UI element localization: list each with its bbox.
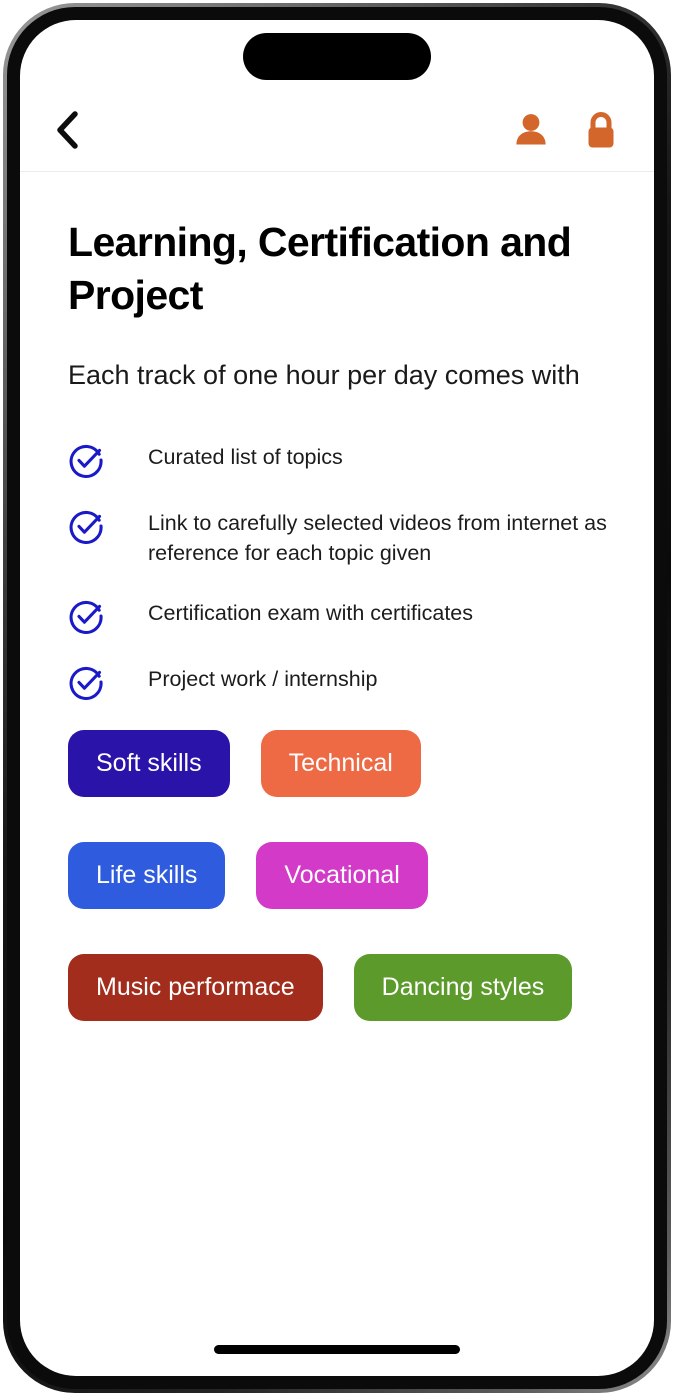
check-circle-icon — [68, 664, 104, 700]
category-button-soft-skills[interactable]: Soft skills — [68, 730, 230, 797]
list-item: Link to carefully selected videos from i… — [68, 506, 608, 568]
list-item-label: Link to carefully selected videos from i… — [148, 511, 607, 565]
dynamic-island — [243, 33, 431, 80]
phone-frame: Learning, Certification and Project Each… — [3, 3, 671, 1393]
profile-button[interactable] — [508, 110, 554, 156]
back-button[interactable] — [44, 110, 90, 156]
content-area: Learning, Certification and Project Each… — [20, 172, 654, 1066]
check-circle-icon — [68, 442, 104, 478]
home-indicator — [214, 1345, 460, 1354]
person-icon — [512, 111, 550, 154]
app-bar — [20, 94, 654, 172]
category-row-2: Life skills Vocational — [68, 842, 608, 909]
page-title: Learning, Certification and Project — [68, 219, 572, 318]
list-item-label: Project work / internship — [148, 667, 378, 691]
phone-bezel: Learning, Certification and Project Each… — [7, 7, 667, 1389]
category-button-dancing-styles[interactable]: Dancing styles — [353, 954, 573, 1021]
category-row-3: Music performace Dancing styles — [68, 954, 608, 1021]
category-button-vocational[interactable]: Vocational — [256, 842, 428, 909]
category-button-music-performance[interactable]: Music performace — [68, 954, 323, 1021]
list-item: Certification exam with certificates — [68, 596, 608, 634]
category-button-life-skills[interactable]: Life skills — [68, 842, 226, 909]
list-item: Project work / internship — [68, 662, 608, 700]
check-circle-icon — [68, 598, 104, 634]
check-circle-icon — [68, 508, 104, 544]
category-button-technical[interactable]: Technical — [260, 730, 421, 797]
lock-button[interactable] — [578, 110, 624, 156]
feature-list: Curated list of topics Link to carefully… — [68, 440, 608, 700]
page-subtitle: Each track of one hour per day comes wit… — [68, 360, 580, 390]
list-item-label: Certification exam with certificates — [148, 601, 473, 625]
category-row-1: Soft skills Technical — [68, 730, 608, 797]
phone-screen: Learning, Certification and Project Each… — [20, 20, 654, 1376]
chevron-left-icon — [54, 110, 80, 155]
list-item: Curated list of topics — [68, 440, 608, 478]
category-button-group: Soft skills Technical Life skills Vocati… — [68, 730, 608, 1021]
lock-icon — [583, 110, 619, 155]
list-item-label: Curated list of topics — [148, 445, 343, 469]
